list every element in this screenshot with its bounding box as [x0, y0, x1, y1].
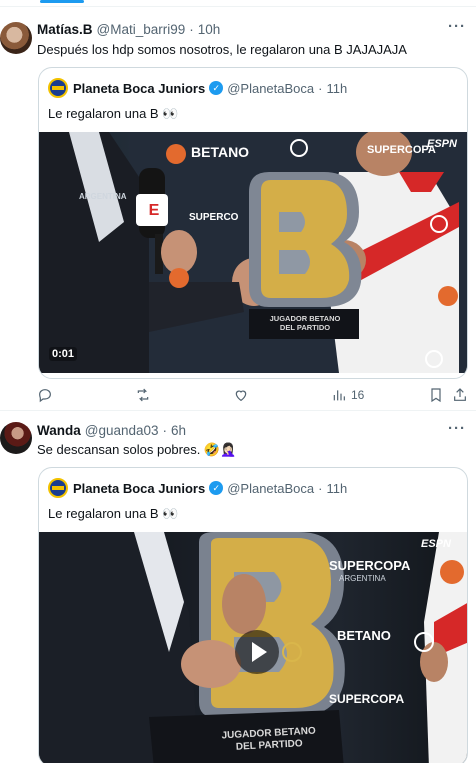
separator: · [318, 80, 323, 96]
author-name[interactable]: Wanda [37, 423, 81, 438]
more-options-button[interactable]: ··· [448, 420, 466, 437]
tweet-text: Se descansan solos pobres. 🤣🤦🏻‍♀️ [37, 442, 237, 457]
separator: · [162, 423, 168, 438]
quoted-tweet-text: Le regalaron una B 👀 [48, 106, 179, 121]
trophy-plaque-line: DEL PARTIDO [279, 323, 331, 332]
author-name[interactable]: Matías.B [37, 22, 93, 37]
tweet[interactable]: Wanda @guanda03 · 6h ··· Se descansan so… [0, 412, 476, 763]
tweet[interactable]: Matías.B @Mati_barri99 · 10h ··· Después… [0, 8, 476, 411]
quoted-tweet[interactable]: Planeta Boca Juniors ✓ @PlanetaBoca · 11… [38, 67, 468, 379]
tweet-header: Wanda @guanda03 · 6h [37, 423, 186, 438]
trophy-plaque-line: JUGADOR BETANO [269, 314, 341, 323]
retweet-icon [137, 388, 149, 402]
quoted-avatar[interactable] [48, 78, 68, 98]
sponsor-logo-text: SUPERCOPA [329, 692, 405, 706]
separator: · [318, 480, 323, 496]
video-frame [39, 132, 467, 373]
sponsor-logo-text: ARGENTINA [339, 574, 386, 583]
quoted-tweet-header: Planeta Boca Juniors ✓ @PlanetaBoca · 11… [48, 78, 347, 98]
quoted-author-name: Planeta Boca Juniors [73, 80, 206, 96]
views-count: 16 [351, 388, 365, 402]
quoted-author-handle: @PlanetaBoca [227, 80, 315, 96]
broadcaster-logo: ESPN [421, 538, 451, 550]
avatar[interactable] [0, 22, 32, 54]
active-tab-accent [40, 0, 84, 3]
quoted-avatar[interactable] [48, 478, 68, 498]
tweet-header: Matías.B @Mati_barri99 · 10h [37, 22, 220, 37]
video-player[interactable]: BETANO SUPERCOPA SUPERCO ARGENTINA ESPN … [39, 132, 467, 373]
retweet-button[interactable] [135, 387, 151, 403]
tweet-actions: 16 [37, 384, 469, 406]
timestamp[interactable]: 6h [171, 423, 186, 438]
author-handle[interactable]: @Mati_barri99 [97, 22, 186, 37]
bookmark-button[interactable] [428, 387, 444, 403]
share-button[interactable] [452, 387, 468, 403]
separator: · [189, 22, 194, 37]
quoted-tweet-text: Le regalaron una B 👀 [48, 506, 179, 521]
author-handle[interactable]: @guanda03 [85, 423, 159, 438]
avatar[interactable] [0, 422, 32, 454]
share-icon [454, 388, 466, 401]
reply-button[interactable] [37, 387, 53, 403]
bookmark-icon [431, 388, 441, 403]
reply-icon [39, 389, 51, 403]
like-icon [235, 390, 247, 402]
broadcaster-logo: ESPN [427, 138, 457, 150]
verified-badge-icon: ✓ [209, 81, 224, 95]
timestamp[interactable]: 10h [198, 22, 221, 37]
quoted-tweet[interactable]: Planeta Boca Juniors ✓ @PlanetaBoca · 11… [38, 467, 468, 763]
sponsor-logo-text: SUPERCOPA [329, 558, 411, 573]
sponsor-logo-text: SUPERCO [189, 212, 239, 223]
mic-badge: E [148, 202, 160, 219]
video-duration: 0:01 [49, 347, 78, 361]
quoted-timestamp: 11h [326, 480, 348, 496]
views-button[interactable]: 16 [331, 387, 364, 403]
quoted-tweet-header: Planeta Boca Juniors ✓ @PlanetaBoca · 11… [48, 478, 347, 498]
verified-badge-icon: ✓ [209, 481, 224, 495]
play-icon[interactable] [235, 630, 279, 674]
tab-indicator-line [0, 0, 476, 7]
quoted-timestamp: 11h [326, 80, 348, 96]
trophy-plaque: JUGADOR BETANO DEL PARTIDO [253, 314, 357, 332]
tweet-text: Después los hdp somos nosotros, le regal… [37, 42, 407, 57]
quoted-author-handle: @PlanetaBoca [227, 480, 315, 496]
views-icon [333, 390, 345, 401]
sponsor-logo-text: SUPERCOPA [367, 144, 436, 156]
sponsor-logo-text: BETANO [337, 628, 391, 643]
quoted-author-name: Planeta Boca Juniors [73, 480, 206, 496]
more-options-button[interactable]: ··· [448, 18, 466, 35]
sponsor-logo-text: ARGENTINA [79, 192, 127, 201]
sponsor-logo-text: BETANO [191, 144, 250, 160]
video-player[interactable]: SUPERCOPA ARGENTINA BETANO SUPERCOPA ESP… [39, 532, 467, 763]
like-button[interactable] [233, 387, 249, 403]
